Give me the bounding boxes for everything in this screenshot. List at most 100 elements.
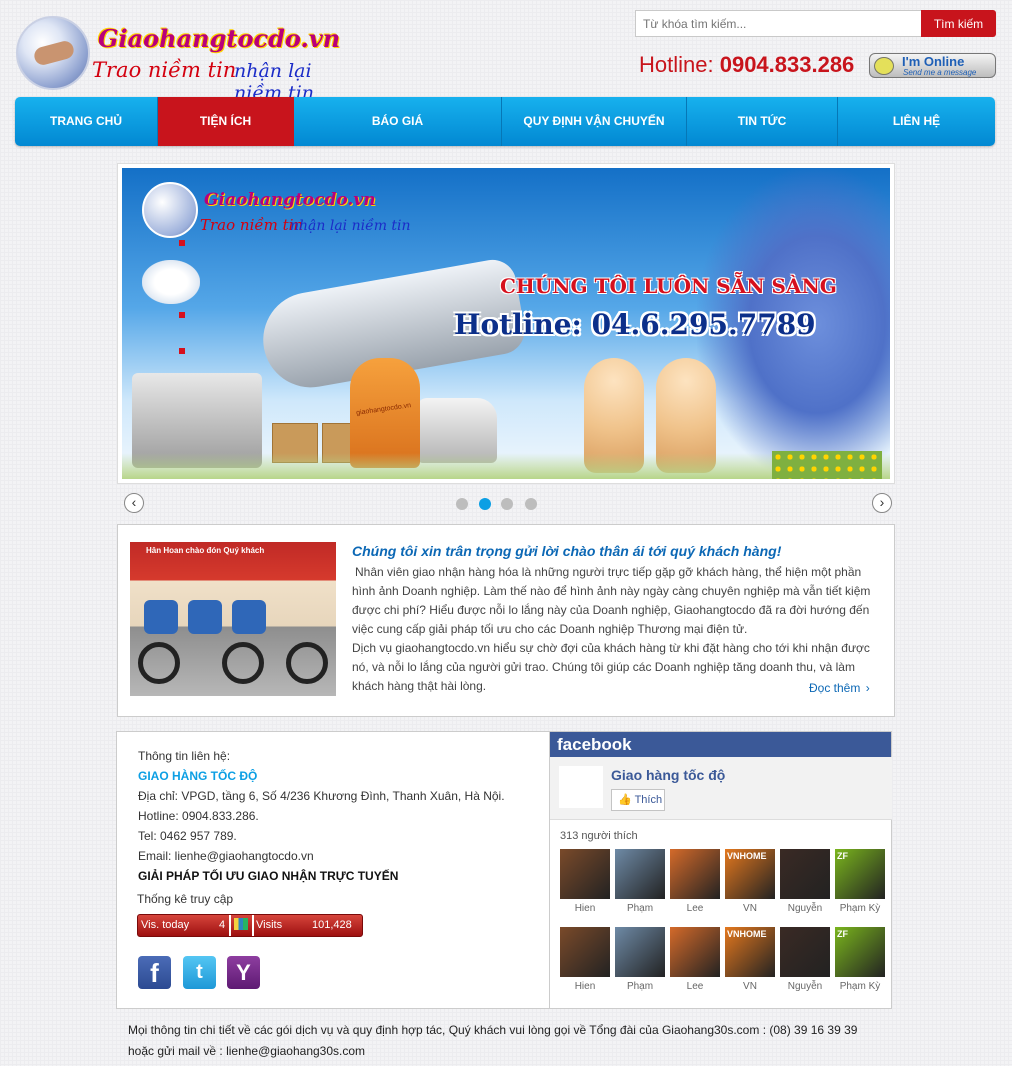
- search-input[interactable]: [635, 10, 922, 37]
- yahoo-icon[interactable]: Y: [227, 956, 260, 989]
- online-status-title: I'm Online: [902, 54, 965, 69]
- slider-dot[interactable]: [525, 498, 537, 510]
- fan-name[interactable]: Phạm: [612, 903, 668, 914]
- fan-name[interactable]: Hien: [557, 903, 613, 914]
- main-nav: TRANG CHỦ TIỆN ÍCH BÁO GIÁ QUY ĐỊNH VẬN …: [15, 97, 995, 146]
- footer-line-2: hoặc gửi mail về : lienhe@giaohang30s.co…: [128, 1044, 366, 1058]
- fan-avatar[interactable]: [560, 927, 610, 977]
- fan-name[interactable]: VN: [722, 981, 778, 992]
- slider-dot[interactable]: [456, 498, 468, 510]
- banner-bullet: [179, 312, 185, 318]
- fan-name[interactable]: VN: [722, 903, 778, 914]
- fan-name[interactable]: Nguyễn: [777, 903, 833, 914]
- footer: Mọi thông tin chi tiết về các gói dịch v…: [128, 1020, 888, 1062]
- fan-name[interactable]: Phạm: [612, 981, 668, 992]
- like-button-label: Thích: [634, 794, 663, 806]
- slider-dot[interactable]: [501, 498, 513, 510]
- read-more-label: Đọc thêm: [809, 681, 861, 695]
- nav-item-bao-gia[interactable]: BÁO GIÁ: [294, 97, 502, 146]
- welcome-title: Chúng tôi xin trân trọng gửi lời chào th…: [352, 543, 782, 559]
- nav-item-quy-dinh-van-chuyen[interactable]: QUY ĐỊNH VẬN CHUYỂN: [502, 97, 687, 146]
- nav-item-tin-tuc[interactable]: TIN TỨC: [687, 97, 838, 146]
- visits-today-value: 4: [219, 919, 226, 931]
- contact-address: Địa chỉ: VPGD, tầng 6, Số 4/236 Khương Đ…: [138, 789, 505, 803]
- welcome-section: Hân Hoan chào đón Quý khách Chúng tôi xi…: [117, 524, 895, 717]
- contact-hotline: Hotline: 0904.833.286.: [138, 809, 259, 823]
- fan-avatar-caption: VNHOME: [727, 929, 767, 939]
- nav-item-tien-ich[interactable]: TIỆN ÍCH: [158, 97, 294, 146]
- solution-tagline: GIẢI PHÁP TỐI ƯU GIAO NHẬN TRỰC TUYẾN: [138, 869, 399, 883]
- fan-name[interactable]: Phạm Kỳ: [832, 903, 888, 914]
- fan-name[interactable]: Hien: [557, 981, 613, 992]
- motorbike-wheel: [286, 642, 328, 684]
- visits-today-label: Vis. today: [141, 919, 190, 931]
- fan-avatar[interactable]: [780, 927, 830, 977]
- fan-avatar[interactable]: VNHOME: [725, 927, 775, 977]
- info-section: Thông tin liên hệ: GIAO HÀNG TỐC ĐỘ Địa …: [116, 731, 892, 1009]
- delivery-box: [188, 600, 222, 634]
- slogan-part1: Trao niềm tin: [92, 58, 237, 82]
- fan-avatar[interactable]: [560, 849, 610, 899]
- banner-headline: CHÚNG TÔI LUÔN SẴN SÀNG: [500, 274, 837, 298]
- banner-slider: Giaohangtocdo.vn Trao niềm tin nhận lại …: [117, 163, 895, 484]
- chevron-right-icon: ›: [879, 494, 885, 510]
- facebook-header: facebook: [550, 732, 891, 757]
- chart-icon: [234, 918, 248, 930]
- banner-slogan-part2: nhận lại niềm tin: [290, 218, 411, 234]
- banner-bullet: [179, 240, 185, 246]
- photo-sign-text: Hân Hoan chào đón Quý khách: [146, 546, 265, 555]
- hotline-label: Hotline:: [639, 52, 714, 77]
- hotline-number: 0904.833.286: [719, 52, 855, 77]
- dove-graphic: [142, 260, 200, 304]
- read-more-link[interactable]: Đọc thêm ›: [809, 681, 870, 695]
- fan-avatar[interactable]: [670, 927, 720, 977]
- slider-next-button[interactable]: ›: [872, 493, 892, 513]
- fan-avatar[interactable]: [780, 849, 830, 899]
- search-bar: Tìm kiếm: [635, 10, 996, 37]
- fan-avatar[interactable]: [615, 927, 665, 977]
- company-name: GIAO HÀNG TỐC ĐỘ: [138, 769, 258, 783]
- nav-item-lien-he[interactable]: LIÊN HỆ: [838, 97, 995, 146]
- site-logo[interactable]: Giaohangtocdo.vn Trao niềm tin nhận lại …: [14, 14, 364, 104]
- globe-logo-icon: [16, 16, 90, 90]
- counter-divider: [229, 915, 231, 936]
- facebook-like-button[interactable]: 👍 Thích: [611, 789, 665, 811]
- fan-name[interactable]: Lee: [667, 903, 723, 914]
- fan-avatar[interactable]: [615, 849, 665, 899]
- contact-heading: Thông tin liên hệ:: [138, 749, 231, 763]
- fan-name[interactable]: Nguyễn: [777, 981, 833, 992]
- welcome-body: Nhân viên giao nhận hàng hóa là những ng…: [352, 563, 872, 696]
- motorbike-wheel: [222, 642, 264, 684]
- header-hotline: Hotline: 0904.833.286: [639, 52, 854, 78]
- flowers-graphic: [772, 451, 882, 479]
- fan-name[interactable]: Lee: [667, 981, 723, 992]
- counter-divider: [252, 915, 254, 936]
- slider-dot-active[interactable]: [479, 498, 491, 510]
- search-button[interactable]: Tìm kiếm: [921, 10, 996, 37]
- contact-email: Email: lienhe@giaohangtocdo.vn: [138, 849, 314, 863]
- yahoo-online-button[interactable]: I'm Online Send me a message: [869, 53, 996, 78]
- footer-line-1: Mọi thông tin chi tiết về các gói dịch v…: [128, 1023, 858, 1037]
- fan-avatar[interactable]: ZF: [835, 849, 885, 899]
- fan-avatar-caption: VNHOME: [727, 851, 767, 861]
- slider-prev-button[interactable]: ‹: [124, 493, 144, 513]
- fan-avatar[interactable]: ZF: [835, 927, 885, 977]
- logo-name: Giaohangtocdo.vn: [98, 24, 341, 53]
- banner-image[interactable]: Giaohangtocdo.vn Trao niềm tin nhận lại …: [122, 168, 890, 479]
- banner-logo-globe-icon: [142, 182, 198, 238]
- facebook-like-box: facebook Giao hàng tốc độ 👍 Thích 313 ng…: [549, 732, 892, 1008]
- visit-counter[interactable]: Vis. today 4 Visits 101,428: [137, 914, 363, 937]
- chevron-right-icon: ›: [865, 681, 870, 695]
- facebook-page-info: Giao hàng tốc độ 👍 Thích: [550, 757, 892, 820]
- facebook-page-name[interactable]: Giao hàng tốc độ: [611, 767, 725, 783]
- facebook-icon[interactable]: f: [138, 956, 171, 989]
- fan-name[interactable]: Phạm Kỳ: [832, 981, 888, 992]
- page-avatar[interactable]: [559, 766, 603, 808]
- twitter-icon[interactable]: t: [183, 956, 216, 989]
- online-status-subtitle: Send me a message: [903, 68, 977, 77]
- nav-item-trang-chu[interactable]: TRANG CHỦ: [15, 97, 158, 146]
- fan-avatar[interactable]: [670, 849, 720, 899]
- fan-avatar[interactable]: VNHOME: [725, 849, 775, 899]
- delivery-box: [232, 600, 266, 634]
- visits-total-value: 101,428: [312, 919, 352, 931]
